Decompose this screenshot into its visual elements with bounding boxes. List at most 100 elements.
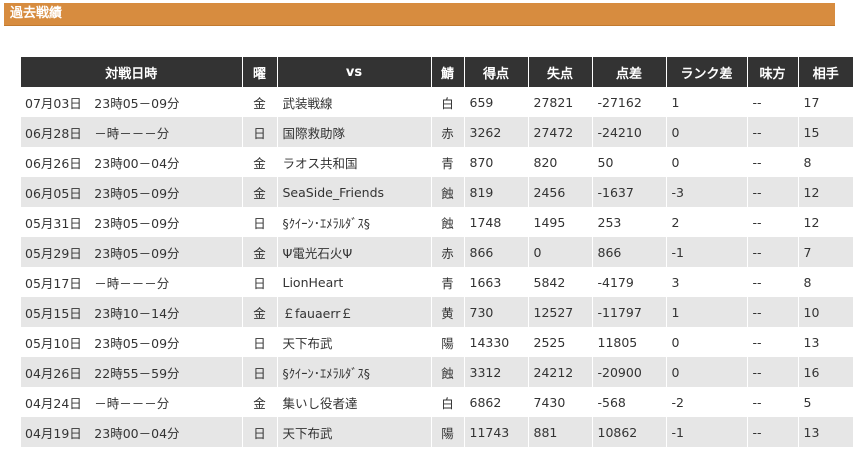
cell-opponent: §ｸｲｰﾝ･ｴﾒﾗﾙﾀﾞｽ§ — [276, 207, 431, 237]
cell-point-diff: -27162 — [591, 87, 666, 117]
cell-enemy: 8 — [797, 267, 853, 297]
cell-opponent: 国際救助隊 — [276, 117, 431, 147]
cell-server: 赤 — [430, 117, 464, 147]
col-header-ally: 味方 — [746, 57, 798, 87]
cell-enemy: 13 — [797, 417, 853, 447]
cell-ally: -- — [746, 177, 798, 207]
cell-rank-diff: -3 — [665, 177, 747, 207]
cell-point-diff: -20900 — [591, 357, 666, 387]
cell-points-against: 12527 — [527, 297, 592, 327]
cell-weekday: 日 — [241, 417, 277, 447]
header-row: 対戦日時曜 vs 鯖得点 失点 点差 ランク差 味方 相手 — [21, 57, 853, 87]
cell-weekday: 日 — [241, 117, 277, 147]
cell-point-diff: 253 — [591, 207, 666, 237]
section-title: 過去戦績 — [10, 6, 63, 21]
cell-opponent: §ｸｲｰﾝ･ｴﾒﾗﾙﾀﾞｽ§ — [276, 357, 431, 387]
cell-points-for: 866 — [463, 237, 528, 267]
col-header-datetime: 対戦日時 — [21, 57, 242, 87]
cell-points-for: 11743 — [463, 417, 528, 447]
cell-opponent: 天下布武 — [276, 417, 431, 447]
cell-points-for: 1748 — [463, 207, 528, 237]
cell-points-for: 6862 — [463, 387, 528, 417]
col-header-rank-diff: ランク差 — [665, 57, 747, 87]
cell-datetime: 05月29日 23時05－09分 — [21, 237, 242, 267]
cell-weekday: 金 — [241, 177, 277, 207]
cell-points-against: 2525 — [527, 327, 592, 357]
cell-server: 青 — [430, 267, 464, 297]
cell-datetime: 05月17日 －時－－－分 — [21, 267, 242, 297]
cell-point-diff: -24210 — [591, 117, 666, 147]
cell-points-against: 2456 — [527, 177, 592, 207]
cell-opponent: 集いし役者達 — [276, 387, 431, 417]
cell-opponent: 武装戦線 — [276, 87, 431, 117]
cell-ally: -- — [746, 87, 798, 117]
cell-ally: -- — [746, 147, 798, 177]
cell-rank-diff: 2 — [665, 207, 747, 237]
cell-weekday: 金 — [241, 237, 277, 267]
cell-enemy: 16 — [797, 357, 853, 387]
cell-ally: -- — [746, 417, 798, 447]
table-row: 04月24日 －時－－－分金集いし役者達白 6862 7430 -568 -2 -- 5 — [21, 387, 853, 417]
cell-weekday: 日 — [241, 267, 277, 297]
col-header-point-diff: 点差 — [591, 57, 666, 87]
cell-points-for: 659 — [463, 87, 528, 117]
cell-datetime: 05月15日 23時10－14分 — [21, 297, 242, 327]
cell-enemy: 10 — [797, 297, 853, 327]
match-history-table: 対戦日時曜 vs 鯖得点 失点 点差 ランク差 味方 相手 07月03日 23時05－09分金… — [21, 57, 853, 447]
table-row: 06月26日 23時00－04分金ラオス共和国青 870 820 50 0 -- 8 — [21, 147, 853, 177]
cell-points-against: 5842 — [527, 267, 592, 297]
cell-rank-diff: 3 — [665, 267, 747, 297]
table-row: 05月31日 23時05－09分日 §ｸｲｰﾝ･ｴﾒﾗﾙﾀﾞｽ§ 蝕 1748 1495… — [21, 207, 853, 237]
cell-points-against: 0 — [527, 237, 592, 267]
cell-server: 青 — [430, 147, 464, 177]
cell-weekday: 日 — [241, 357, 277, 387]
cell-opponent: 天下布武 — [276, 327, 431, 357]
cell-opponent: LionHeart — [276, 267, 431, 297]
table-row: 06月28日 －時－－－分日国際救助隊赤 3262 27472 -24210 0 -- 15 — [21, 117, 853, 147]
cell-ally: -- — [746, 327, 798, 357]
table-row: 07月03日 23時05－09分金武装戦線白 659 27821 -27162 1 -- 1… — [21, 87, 853, 117]
cell-points-for: 3312 — [463, 357, 528, 387]
cell-point-diff: 11805 — [591, 327, 666, 357]
cell-points-for: 1663 — [463, 267, 528, 297]
cell-weekday: 金 — [241, 297, 277, 327]
col-header-points-against: 失点 — [527, 57, 592, 87]
cell-datetime: 06月28日 －時－－－分 — [21, 117, 242, 147]
cell-rank-diff: -1 — [665, 417, 747, 447]
cell-point-diff: -4179 — [591, 267, 666, 297]
cell-rank-diff: 0 — [665, 147, 747, 177]
cell-points-for: 870 — [463, 147, 528, 177]
cell-server: 蝕 — [430, 177, 464, 207]
cell-server: 陽 — [430, 327, 464, 357]
cell-enemy: 5 — [797, 387, 853, 417]
section-header: 過去戦績 — [4, 3, 835, 26]
table-row: 05月15日 23時10－14分金 ￡fauaerr￡ 黄 730 12527 -1179… — [21, 297, 853, 327]
cell-opponent: ラオス共和国 — [276, 147, 431, 177]
cell-points-for: 819 — [463, 177, 528, 207]
table-row: 05月17日 －時－－－分日 LionHeart 青 1663 5842 -4179 3 --… — [21, 267, 853, 297]
cell-weekday: 金 — [241, 147, 277, 177]
cell-opponent: SeaSide_Friends — [276, 177, 431, 207]
cell-enemy: 13 — [797, 327, 853, 357]
cell-enemy: 12 — [797, 177, 853, 207]
cell-points-against: 1495 — [527, 207, 592, 237]
cell-points-against: 27472 — [527, 117, 592, 147]
table-row: 05月10日 23時05－09分日天下布武陽 14330 2525 11805 0 -- 1… — [21, 327, 853, 357]
cell-point-diff: 866 — [591, 237, 666, 267]
cell-rank-diff: 0 — [665, 117, 747, 147]
cell-ally: -- — [746, 357, 798, 387]
cell-enemy: 7 — [797, 237, 853, 267]
cell-ally: -- — [746, 387, 798, 417]
table-row: 06月05日 23時05－09分金 SeaSide_Friends 蝕 819 2456… — [21, 177, 853, 207]
cell-rank-diff: 0 — [665, 357, 747, 387]
cell-datetime: 04月26日 22時55－59分 — [21, 357, 242, 387]
cell-weekday: 金 — [241, 387, 277, 417]
cell-enemy: 15 — [797, 117, 853, 147]
table-row: 04月26日 22時55－59分日 §ｸｲｰﾝ･ｴﾒﾗﾙﾀﾞｽ§ 蝕 3312 2421… — [21, 357, 853, 387]
cell-points-against: 27821 — [527, 87, 592, 117]
cell-ally: -- — [746, 297, 798, 327]
cell-point-diff: -11797 — [591, 297, 666, 327]
cell-rank-diff: 1 — [665, 87, 747, 117]
cell-server: 赤 — [430, 237, 464, 267]
cell-datetime: 05月10日 23時05－09分 — [21, 327, 242, 357]
